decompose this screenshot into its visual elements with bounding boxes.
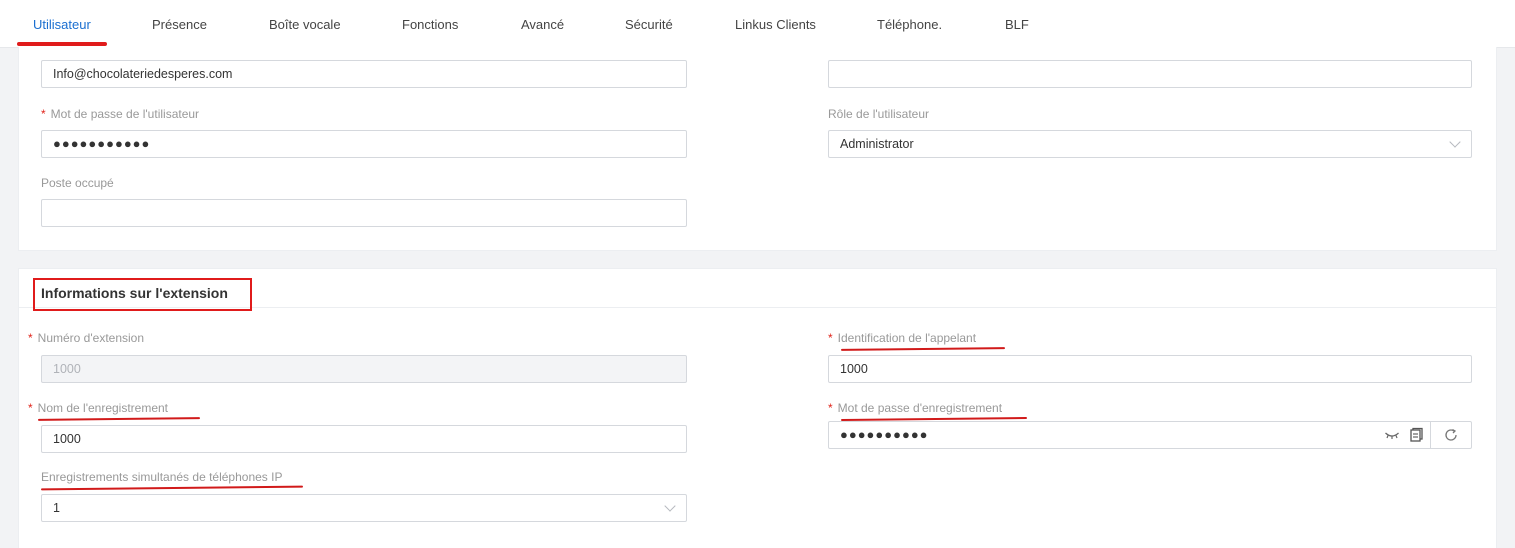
copy-icon[interactable]	[1408, 427, 1424, 443]
tab-bar: Utilisateur Présence Boîte vocale Foncti…	[0, 0, 1515, 48]
caller-id-label-text: Identification de l'appelant	[837, 331, 977, 345]
concurrent-registrations-select[interactable]: 1	[41, 494, 687, 522]
caller-id-field[interactable]: 1000	[828, 355, 1472, 383]
reg-name-label-text: Nom de l'enregistrement	[37, 401, 169, 415]
tab-features[interactable]: Fonctions	[402, 17, 458, 32]
tab-presence[interactable]: Présence	[152, 17, 207, 32]
required-star: *	[28, 401, 33, 415]
email-value: Info@chocolateriedesperes.com	[53, 67, 233, 81]
user-role-value: Administrator	[840, 137, 914, 151]
refresh-icon	[1445, 428, 1457, 441]
reg-password-label-text: Mot de passe d'enregistrement	[837, 401, 1003, 415]
required-star: *	[828, 401, 833, 415]
tab-advanced[interactable]: Avancé	[521, 17, 564, 32]
tab-telephone[interactable]: Téléphone.	[877, 17, 942, 32]
caller-id-value: 1000	[840, 362, 868, 376]
user-password-value: ●●●●●●●●●●●	[53, 136, 151, 151]
reg-name-field[interactable]: 1000	[41, 425, 687, 453]
concurrent-registrations-label: Enregistrements simultanés de téléphones…	[41, 470, 283, 484]
right-top-field[interactable]	[828, 60, 1472, 88]
required-star: *	[828, 331, 833, 345]
tab-linkus-clients[interactable]: Linkus Clients	[735, 17, 816, 32]
regenerate-password-button[interactable]	[1430, 422, 1471, 448]
eye-closed-icon[interactable]	[1384, 427, 1400, 443]
required-star: *	[41, 107, 46, 121]
tab-security[interactable]: Sécurité	[625, 17, 673, 32]
active-tab-annotation-underline	[17, 42, 107, 46]
chevron-down-icon	[664, 500, 676, 512]
position-label: Poste occupé	[41, 176, 114, 190]
required-star: *	[28, 331, 33, 345]
user-password-label-text: Mot de passe de l'utilisateur	[50, 107, 200, 121]
tab-voicemail[interactable]: Boîte vocale	[269, 17, 341, 32]
user-role-label: Rôle de l'utilisateur	[828, 107, 930, 121]
reg-name-value: 1000	[53, 432, 81, 446]
chevron-down-icon	[1449, 136, 1461, 148]
email-field[interactable]: Info@chocolateriedesperes.com	[41, 60, 687, 88]
tab-blf[interactable]: BLF	[1005, 17, 1029, 32]
position-field[interactable]	[41, 199, 687, 227]
tab-utilisateur[interactable]: Utilisateur	[33, 17, 91, 32]
ext-number-label: * Numéro d'extension	[28, 331, 144, 345]
reg-name-label: * Nom de l'enregistrement	[28, 401, 168, 415]
user-password-label: * Mot de passe de l'utilisateur	[41, 107, 199, 121]
user-role-select[interactable]: Administrator	[828, 130, 1472, 158]
section-title-annotation-box	[33, 278, 252, 311]
ext-number-value: 1000	[53, 362, 81, 376]
reg-password-label: * Mot de passe d'enregistrement	[828, 401, 1002, 415]
concurrent-registrations-value: 1	[53, 501, 60, 515]
ext-number-label-text: Numéro d'extension	[37, 331, 145, 345]
caller-id-label: * Identification de l'appelant	[828, 331, 976, 345]
ext-number-field: 1000	[41, 355, 687, 383]
reg-password-value: ●●●●●●●●●●	[840, 427, 929, 442]
reg-password-field[interactable]: ●●●●●●●●●●	[828, 421, 1472, 449]
user-password-field[interactable]: ●●●●●●●●●●●	[41, 130, 687, 158]
